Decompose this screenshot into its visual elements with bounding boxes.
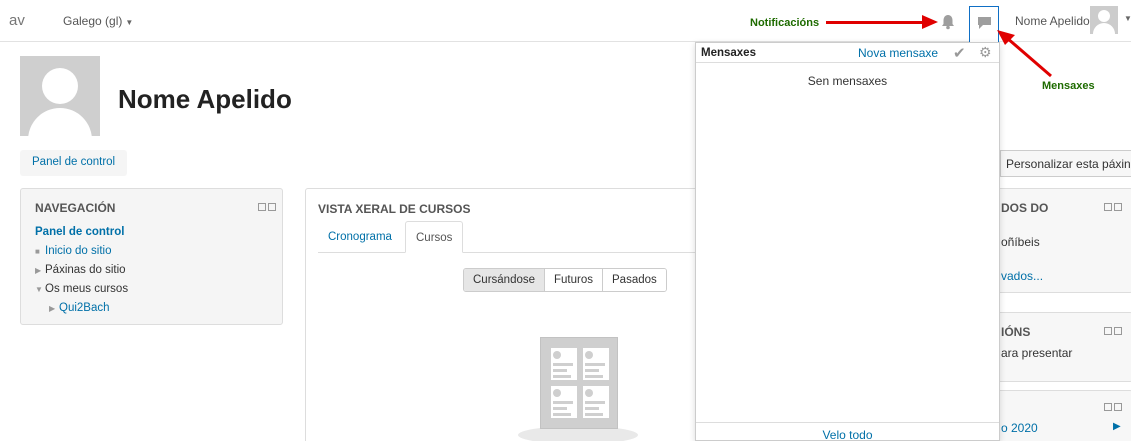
- user-menu-caret-icon[interactable]: ▼: [1124, 14, 1131, 23]
- right-block2-text: ara presentar: [1001, 346, 1073, 360]
- next-month-icon[interactable]: ▶: [1113, 421, 1121, 432]
- dock-icon[interactable]: [1114, 327, 1122, 335]
- chevron-down-icon: ▼: [35, 285, 43, 294]
- course-overview-title: VISTA XERAL DE CURSOS: [318, 202, 471, 216]
- block-controls[interactable]: [1104, 327, 1122, 335]
- messages-popover-footer: Velo todo: [696, 422, 999, 441]
- dock-icon[interactable]: [268, 203, 276, 211]
- breadcrumb-dashboard-link[interactable]: Panel de control: [32, 156, 115, 168]
- chevron-right-icon: ▶: [49, 304, 56, 313]
- course-filter-group: Cursándose Futuros Pasados: [463, 268, 667, 292]
- view-all-messages-link[interactable]: Velo todo: [822, 428, 872, 441]
- user-name[interactable]: Nome Apelido: [1015, 14, 1090, 28]
- breadcrumb: Panel de control: [20, 150, 128, 176]
- language-menu[interactable]: Galego (gl) ▼: [63, 14, 133, 28]
- new-message-link[interactable]: Nova mensaxe: [858, 46, 938, 60]
- tab-courses[interactable]: Cursos: [405, 221, 464, 253]
- dock-icon[interactable]: [1114, 203, 1122, 211]
- right-block-calendar: o 2020 ▶: [988, 390, 1131, 441]
- profile-avatar: [20, 56, 100, 136]
- nav-my-courses[interactable]: Os meus cursos: [45, 283, 128, 295]
- notifications-annotation: Notificacións: [750, 17, 820, 29]
- collapse-icon[interactable]: [1104, 203, 1112, 211]
- empty-courses-illustration: [540, 337, 618, 429]
- customize-page-button[interactable]: Personalizar esta páxina: [1000, 150, 1131, 177]
- dock-icon[interactable]: [1114, 403, 1122, 411]
- block-controls[interactable]: [1104, 203, 1122, 211]
- annotation-arrow-notifications: [826, 21, 926, 24]
- right-block1-text: oñíbeis: [1001, 235, 1040, 249]
- tab-timeline[interactable]: Cronograma: [318, 221, 402, 253]
- filter-future[interactable]: Futuros: [544, 269, 603, 291]
- user-avatar[interactable]: [1090, 6, 1118, 34]
- navigation-block-title: NAVEGACIÓN: [35, 201, 116, 215]
- site-brand[interactable]: av: [9, 12, 25, 29]
- page-title: Nome Apelido: [118, 84, 292, 114]
- bell-icon[interactable]: [940, 14, 956, 30]
- nav-course-link[interactable]: Qui2Bach: [59, 302, 110, 314]
- block-controls[interactable]: [258, 203, 276, 211]
- collapse-icon[interactable]: [1104, 327, 1112, 335]
- course-overview-block: VISTA XERAL DE CURSOS Cronograma Cursos: [305, 188, 701, 441]
- nav-site-pages[interactable]: Páxinas do sitio: [45, 264, 126, 276]
- gear-icon[interactable]: ⚙: [979, 44, 992, 61]
- messages-popover: Mensaxes Nova mensaxe ✔ ⚙ Sen mensaxes V…: [695, 42, 1000, 441]
- arrowhead-icon: [922, 15, 938, 29]
- right-block-submissions: IÓNS ara presentar: [988, 312, 1131, 382]
- right-block-upcoming: DOS DO oñíbeis vados...: [988, 188, 1131, 293]
- filter-in-progress[interactable]: Cursándose: [464, 269, 545, 291]
- nav-site-home-link[interactable]: Inicio do sitio: [45, 245, 111, 257]
- bullet-icon: ■: [35, 247, 40, 256]
- messages-annotation: Mensaxes: [1042, 80, 1095, 92]
- right-block1-title: DOS DO: [1001, 201, 1049, 215]
- right-block1-link[interactable]: vados...: [1001, 269, 1043, 283]
- messages-popover-header: Mensaxes Nova mensaxe ✔ ⚙: [696, 43, 999, 63]
- message-icon: [978, 17, 991, 29]
- right-block2-title: IÓNS: [1001, 325, 1031, 339]
- chevron-right-icon: ▶: [35, 266, 42, 275]
- check-icon[interactable]: ✔: [953, 44, 966, 62]
- top-navbar: av Galego (gl) ▼ Notificacións Nome Apeli…: [0, 0, 1131, 42]
- calendar-month-link[interactable]: o 2020: [1001, 421, 1038, 435]
- messages-popover-title: Mensaxes: [701, 47, 756, 59]
- no-messages-text: Sen mensaxes: [807, 74, 888, 88]
- caret-down-icon: ▼: [125, 18, 134, 27]
- course-overview-tabs: Cronograma Cursos: [318, 221, 701, 253]
- nav-dashboard-link[interactable]: Panel de control: [35, 226, 124, 238]
- collapse-icon[interactable]: [1104, 403, 1112, 411]
- collapse-icon[interactable]: [258, 203, 266, 211]
- block-controls[interactable]: [1104, 403, 1122, 411]
- navigation-tree: Panel de control ■ Inicio do sitio ▶ Páxin…: [35, 223, 128, 318]
- annotation-arrow-messages: [997, 30, 1052, 78]
- filter-past[interactable]: Pasados: [602, 269, 666, 291]
- language-label: Galego (gl): [63, 14, 123, 28]
- navigation-block: NAVEGACIÓN Panel de control ■ Inicio do s…: [20, 188, 283, 325]
